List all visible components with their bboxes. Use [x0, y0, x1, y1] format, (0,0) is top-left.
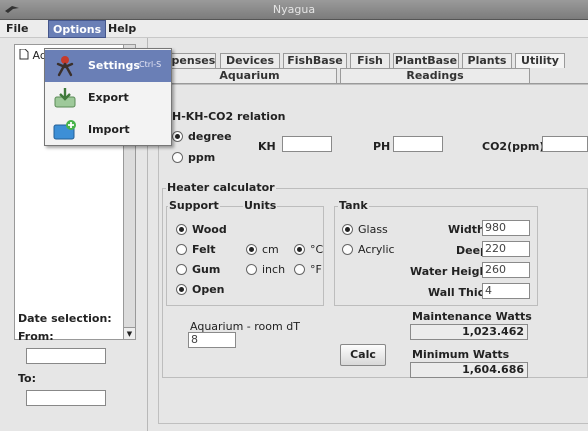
settings-label: Settings	[88, 59, 140, 72]
co2-label: CO2(ppm)	[482, 140, 545, 153]
settings-shortcut: Ctrl-S	[139, 60, 162, 69]
date-selection-label: Date selection:	[18, 312, 112, 325]
to-date-input[interactable]	[26, 390, 106, 406]
settings-icon	[53, 55, 77, 77]
scroll-down-icon[interactable]: ▼	[124, 327, 135, 339]
calc-button[interactable]: Calc	[340, 344, 386, 366]
support-open-label: Open	[192, 283, 225, 296]
unit-celsius-radio[interactable]	[294, 244, 305, 255]
co2-input[interactable]	[542, 136, 588, 152]
menu-file[interactable]: File	[2, 20, 33, 38]
import-label: Import	[88, 123, 130, 136]
to-label: To:	[18, 372, 36, 385]
relation-title: H-KH-CO2 relation	[172, 110, 286, 123]
support-title: Support	[168, 199, 220, 212]
tab-utility[interactable]: Utility	[515, 53, 565, 68]
water-height-label: Water Height	[410, 265, 493, 278]
menu-item-settings[interactable]: Settings Ctrl-S	[45, 50, 171, 82]
main-panel: ...penses Devices FishBase Fish PlantBas…	[148, 38, 588, 431]
degree-radio[interactable]	[172, 131, 183, 142]
tab-devices[interactable]: Devices	[220, 53, 280, 68]
tab-fish[interactable]: Fish	[350, 53, 390, 68]
unit-fahrenheit-label: °F	[310, 263, 322, 276]
tab-aquarium[interactable]: Aquarium	[162, 68, 337, 83]
water-height-input[interactable]: 260	[482, 262, 530, 278]
ppm-label: ppm	[188, 151, 216, 164]
ph-label: PH	[373, 140, 391, 153]
from-date-input[interactable]	[26, 348, 106, 364]
width-input[interactable]: 980	[482, 220, 530, 236]
export-icon	[53, 87, 77, 109]
tank-glass-radio[interactable]	[342, 224, 353, 235]
support-open-radio[interactable]	[176, 284, 187, 295]
unit-cm-radio[interactable]	[246, 244, 257, 255]
minimum-watts-label: Minimum Watts	[412, 348, 510, 361]
menu-help[interactable]: Help	[104, 20, 140, 38]
deep-input[interactable]: 220	[482, 241, 530, 257]
app-window: Nyagua File Options Help Aq ▼ Date selec…	[0, 0, 588, 431]
tab-row-1: ...penses Devices FishBase Fish PlantBas…	[148, 53, 588, 68]
tank-title: Tank	[338, 199, 369, 212]
tab-plantbase[interactable]: PlantBase	[393, 53, 459, 68]
unit-celsius-label: °C	[310, 243, 324, 256]
menu-item-export[interactable]: Export	[45, 82, 171, 114]
units-title: Units	[243, 199, 278, 212]
heater-title: Heater calculator	[166, 181, 276, 194]
unit-cm-label: cm	[262, 243, 279, 256]
from-label: From:	[18, 330, 54, 343]
tab-plants[interactable]: Plants	[462, 53, 512, 68]
ppm-radio[interactable]	[172, 152, 183, 163]
support-felt-radio[interactable]	[176, 244, 187, 255]
maintenance-watts-value: 1,023.462	[410, 324, 528, 340]
menu-item-import[interactable]: Import	[45, 114, 171, 146]
import-icon	[53, 119, 77, 141]
options-menu: Settings Ctrl-S Export Import	[44, 48, 172, 146]
tank-glass-label: Glass	[358, 223, 388, 236]
tab-fishbase[interactable]: FishBase	[283, 53, 347, 68]
tank-acrylic-label: Acrylic	[358, 243, 395, 256]
support-gum-radio[interactable]	[176, 264, 187, 275]
room-dt-input[interactable]: 8	[188, 332, 236, 348]
kh-label: KH	[258, 140, 276, 153]
kh-input[interactable]	[282, 136, 332, 152]
ph-input[interactable]	[393, 136, 443, 152]
unit-inch-radio[interactable]	[246, 264, 257, 275]
wall-thick-input[interactable]: 4	[482, 283, 530, 299]
degree-label: degree	[188, 130, 232, 143]
maintenance-watts-label: Maintenance Watts	[412, 310, 532, 323]
support-wood-radio[interactable]	[176, 224, 187, 235]
unit-inch-label: inch	[262, 263, 286, 276]
title-bar: Nyagua	[0, 0, 588, 20]
tree-item-aquarium[interactable]: Aq	[19, 48, 47, 62]
support-gum-label: Gum	[192, 263, 221, 276]
export-label: Export	[88, 91, 129, 104]
menu-bar: File Options Help	[0, 20, 588, 38]
tab-readings[interactable]: Readings	[340, 68, 530, 83]
support-felt-label: Felt	[192, 243, 216, 256]
width-label: Width	[448, 223, 485, 236]
support-wood-label: Wood	[192, 223, 227, 236]
support-units-group	[166, 206, 324, 306]
window-title: Nyagua	[272, 3, 316, 16]
unit-fahrenheit-radio[interactable]	[294, 264, 305, 275]
tab-row-2: Aquarium Readings	[148, 68, 588, 83]
minimum-watts-value: 1,604.686	[410, 362, 528, 378]
document-icon	[19, 48, 29, 60]
menu-options[interactable]: Options	[48, 20, 107, 38]
tank-acrylic-radio[interactable]	[342, 244, 353, 255]
